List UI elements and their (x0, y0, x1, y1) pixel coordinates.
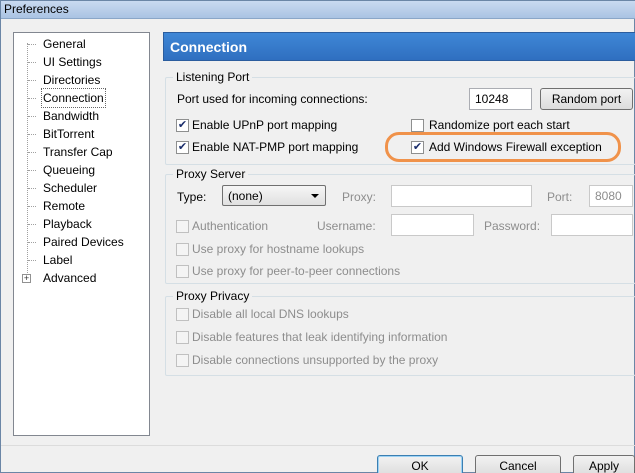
title-bar[interactable]: Preferences (1, 1, 635, 19)
apply-button[interactable]: Apply (573, 455, 635, 473)
proxy-type-label: Type: (177, 190, 207, 204)
proxy-server-group-label: Proxy Server (173, 167, 249, 181)
proxy-hostname-label: Use proxy for hostname lookups (192, 242, 365, 256)
proxy-port-label: Port: (547, 190, 573, 204)
tree-connector (28, 44, 36, 45)
disable-dns-label: Disable all local DNS lookups (192, 307, 349, 321)
tree-item-label-text: Label (43, 253, 73, 267)
tree-item-label: Transfer Cap (43, 145, 113, 159)
proxy-p2p-label: Use proxy for peer-to-peer connections (192, 264, 401, 278)
disable-leak-label: Disable features that leak identifying i… (192, 330, 448, 344)
cancel-button[interactable]: Cancel (475, 455, 561, 473)
disable-leak-checkbox[interactable] (176, 331, 189, 344)
username-label: Username: (317, 219, 376, 233)
tree-connector (28, 260, 36, 261)
tree-item-label: Queueing (43, 163, 96, 177)
proxy-p2p-checkbox[interactable] (176, 265, 189, 278)
proxy-type-select[interactable]: (none) (222, 185, 326, 206)
tree-connector (28, 98, 36, 99)
tree-connector (28, 80, 36, 81)
disable-unsupported-checkbox[interactable] (176, 354, 189, 367)
preferences-window: Preferences General UI Settings Director… (0, 0, 635, 473)
proxy-hostname-checkbox[interactable] (176, 243, 189, 256)
listening-port-group-label: Listening Port (173, 70, 253, 84)
proxy-host-label: Proxy: (342, 190, 377, 204)
tree-connector (28, 170, 36, 171)
tree-item-label: Scheduler (43, 181, 98, 195)
tree-connector (28, 242, 36, 243)
tree-item-label: Remote (43, 199, 86, 213)
category-tree[interactable]: General UI Settings Directories Connecti… (13, 32, 150, 436)
authentication-label: Authentication (192, 219, 269, 233)
tree-item-label: Advanced (43, 271, 97, 285)
tree-connector (28, 206, 36, 207)
random-port-button[interactable]: Random port (540, 88, 633, 110)
tree-item-label: Playback (43, 217, 92, 231)
tree-item-label: General (43, 37, 86, 51)
proxy-host-input[interactable] (391, 185, 532, 207)
natpmp-label: Enable NAT-PMP port mapping (192, 140, 359, 154)
section-title: Connection (170, 39, 247, 55)
port-input[interactable]: 10248 (469, 88, 532, 110)
username-input[interactable] (391, 214, 474, 236)
tree-item-label: BitTorrent (43, 127, 95, 141)
tree-item-label: Bandwidth (43, 109, 100, 123)
randomize-port-label: Randomize port each start (429, 118, 570, 132)
ok-button[interactable]: OK (377, 455, 463, 473)
proxy-type-value: (none) (228, 189, 263, 203)
tree-item-label: Paired Devices (43, 235, 124, 249)
proxy-privacy-group-label: Proxy Privacy (173, 289, 253, 303)
tree-item-label: UI Settings (43, 55, 102, 69)
natpmp-checkbox[interactable]: ✔ (176, 141, 189, 154)
upnp-label: Enable UPnP port mapping (192, 118, 338, 132)
tree-connector (28, 116, 36, 117)
tree-item-label: Connection (41, 88, 106, 108)
upnp-checkbox[interactable]: ✔ (176, 119, 189, 132)
disable-unsupported-label: Disable connections unsupported by the p… (192, 353, 439, 367)
expand-icon[interactable]: + (22, 274, 31, 283)
port-label: Port used for incoming connections: (177, 92, 368, 106)
disable-dns-checkbox[interactable] (176, 308, 189, 321)
section-header: Connection (163, 32, 635, 61)
password-label: Password: (484, 219, 541, 233)
randomize-port-checkbox[interactable] (411, 119, 424, 132)
tree-connector (28, 62, 36, 63)
tree-connector-line (27, 43, 28, 279)
dropdown-arrow-icon (311, 194, 319, 198)
authentication-checkbox[interactable] (176, 220, 189, 233)
window-title: Preferences (4, 2, 69, 16)
annotation-highlight-ring (385, 132, 621, 162)
tree-connector (28, 224, 36, 225)
tree-item-label: Directories (43, 73, 101, 87)
footer-separator (1, 445, 635, 446)
password-input[interactable] (551, 214, 633, 236)
tree-connector (28, 134, 36, 135)
tree-connector (28, 188, 36, 189)
tree-connector (28, 152, 36, 153)
proxy-port-input[interactable]: 8080 (589, 185, 633, 207)
